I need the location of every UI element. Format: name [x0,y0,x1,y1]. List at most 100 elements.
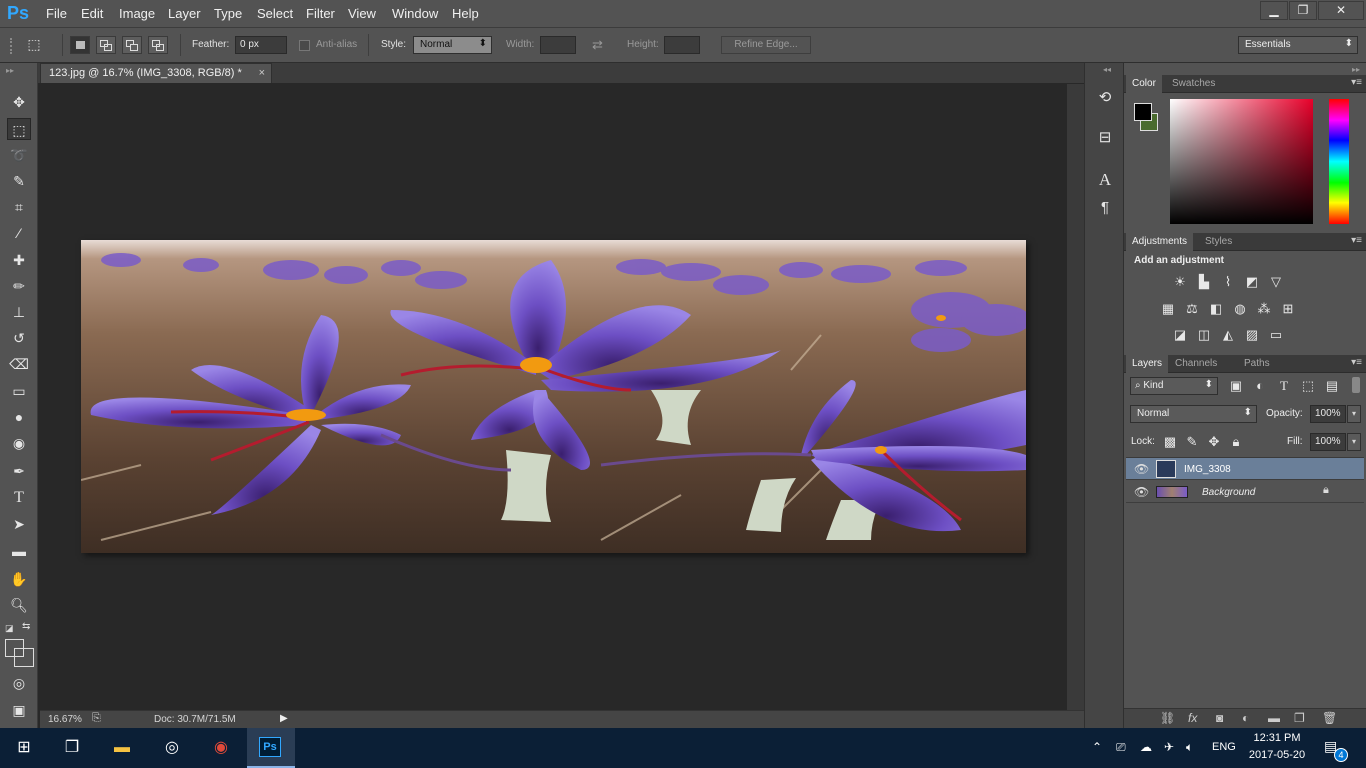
lock-position-icon[interactable]: ✥ [1206,435,1222,449]
menu-select[interactable]: Select [257,6,293,21]
fill-dropdown-icon[interactable]: ▾ [1347,433,1361,451]
opacity-input[interactable]: 100% [1310,405,1346,423]
quick-select-tool-icon[interactable]: ✎ [7,170,31,192]
layer-row[interactable]: 👁︎ IMG_3308 [1126,458,1364,480]
file-explorer-icon[interactable]: ▬ [98,728,146,768]
groove-music-icon[interactable]: ◎ [148,728,196,768]
workspace-select[interactable]: Essentials [1238,36,1358,54]
status-menu-arrow-icon[interactable]: ▶ [280,713,288,724]
move-tool-icon[interactable]: ✥ [7,91,31,113]
menu-type[interactable]: Type [214,6,242,21]
start-button-icon[interactable]: ⊞ [0,728,48,768]
brightness-icon[interactable]: ☀ [1172,275,1188,289]
blend-mode-select[interactable]: Normal [1130,405,1257,423]
layer-row[interactable]: 👁︎ Background 🔒︎ [1126,481,1364,503]
threshold-icon[interactable]: ◭ [1220,328,1236,342]
fx-icon[interactable]: fx [1188,711,1197,725]
gradient-map-icon[interactable]: ▭ [1268,328,1284,342]
volume-icon[interactable]: 🔈︎ [1186,740,1193,755]
new-adjustment-layer-icon[interactable]: ◐ [1242,711,1249,725]
document-tab[interactable]: 123.jpg @ 16.7% (IMG_3308, RGB/8) * × [40,63,272,83]
minimize-button[interactable]: ▁ [1260,1,1288,20]
onedrive-icon[interactable]: ☁ [1140,740,1152,754]
width-input[interactable] [540,36,576,54]
fill-input[interactable]: 100% [1310,433,1346,451]
filter-type-icon[interactable]: T [1276,379,1292,393]
vertical-scrollbar[interactable] [1067,84,1084,710]
clock-time[interactable]: 12:31 PM [1250,732,1304,744]
color-foreground-swatch[interactable] [1134,103,1152,121]
panel-menu-icon[interactable]: ▾≡ [1351,357,1362,368]
layer-name[interactable]: IMG_3308 [1184,464,1231,475]
properties-panel-icon[interactable]: ⊟ [1095,128,1115,148]
lasso-tool-icon[interactable]: ➰ [7,144,31,166]
hue-slider[interactable] [1329,99,1349,224]
paragraph-panel-icon[interactable]: ¶ [1095,198,1115,218]
eyedropper-tool-icon[interactable]: ⁄ [7,222,31,244]
filter-toggle[interactable] [1352,377,1360,393]
device-icon[interactable]: ⎚ [1116,740,1126,755]
menu-help[interactable]: Help [452,6,479,21]
hand-tool-icon[interactable]: ✋ [7,568,31,590]
intersect-selection-icon[interactable] [148,36,168,54]
curves-icon[interactable]: ⌇ [1220,275,1236,289]
eraser-tool-icon[interactable]: ⌫ [7,353,31,375]
exposure-icon[interactable]: ◩ [1244,275,1260,289]
color-balance-icon[interactable]: ⚖ [1184,302,1200,316]
screen-mode-icon[interactable]: ▣ [7,699,31,721]
tab-color[interactable]: Color [1126,75,1162,93]
visibility-eye-icon[interactable]: 👁︎ [1134,485,1149,499]
healing-brush-tool-icon[interactable]: ✚ [7,249,31,271]
layer-mask-icon[interactable]: ◙ [1216,711,1223,725]
layer-name[interactable]: Background [1202,487,1255,498]
delete-layer-icon[interactable]: 🗑︎ [1322,711,1337,725]
filter-adjustment-icon[interactable]: ◐ [1252,379,1268,393]
feather-input[interactable]: 0 px [235,36,287,54]
tab-channels[interactable]: Channels [1169,355,1223,373]
refine-edge-button[interactable]: Refine Edge... [721,36,811,54]
tab-layers[interactable]: Layers [1126,355,1169,373]
selective-color-icon[interactable]: ▨ [1244,328,1260,342]
menu-view[interactable]: View [348,6,376,21]
tab-styles[interactable]: Styles [1199,233,1238,251]
hue-saturation-icon[interactable]: ▦ [1160,302,1176,316]
filter-smart-object-icon[interactable]: ▤ [1324,379,1340,393]
character-panel-icon[interactable]: A [1095,170,1115,190]
collapse-icon[interactable]: ▸▸ [6,66,14,75]
menu-edit[interactable]: Edit [81,6,103,21]
photoshop-taskbar-icon[interactable]: Ps [247,728,295,768]
lock-all-icon[interactable]: 🔒︎ [1228,435,1244,449]
history-brush-tool-icon[interactable]: ↺ [7,327,31,349]
marquee-preset-icon[interactable]: ⬚ [24,36,44,54]
collapse-panels-icon[interactable]: ▸▸ [1352,65,1360,74]
menu-filter[interactable]: Filter [306,6,335,21]
canvas-area[interactable] [40,84,1067,710]
antialias-checkbox[interactable] [299,40,310,51]
new-layer-icon[interactable]: ❐ [1294,711,1305,725]
invert-icon[interactable]: ◪ [1172,328,1188,342]
network-icon[interactable]: ✈ [1164,740,1174,754]
close-tab-icon[interactable]: × [259,67,265,79]
export-icon[interactable]: ⎘ [92,712,101,725]
opacity-dropdown-icon[interactable]: ▾ [1347,405,1361,423]
crop-tool-icon[interactable]: ⌗ [7,196,31,218]
path-select-tool-icon[interactable]: ➤ [7,513,31,535]
photo-filter-icon[interactable]: ◍ [1232,302,1248,316]
swap-icon[interactable]: ⇄ [592,37,603,53]
language-indicator[interactable]: ENG [1212,741,1236,753]
color-picker-field[interactable] [1170,99,1313,224]
dodge-tool-icon[interactable]: ◉ [7,432,31,454]
vibrance-icon[interactable]: ▽ [1268,275,1284,289]
height-input[interactable] [664,36,700,54]
tab-swatches[interactable]: Swatches [1166,75,1221,93]
visibility-eye-icon[interactable]: 👁︎ [1134,462,1149,476]
zoom-level[interactable]: 16.67% [48,714,82,725]
add-selection-icon[interactable] [96,36,116,54]
menu-image[interactable]: Image [119,6,155,21]
channel-mixer-icon[interactable]: ⁂ [1256,302,1272,316]
swap-colors-icon[interactable]: ⇆ [22,621,30,632]
clock-date[interactable]: 2017-05-20 [1248,749,1306,761]
marquee-tool-icon[interactable]: ⬚ [7,118,31,140]
new-selection-icon[interactable] [70,36,90,54]
history-panel-icon[interactable]: ⟲ [1095,88,1115,108]
